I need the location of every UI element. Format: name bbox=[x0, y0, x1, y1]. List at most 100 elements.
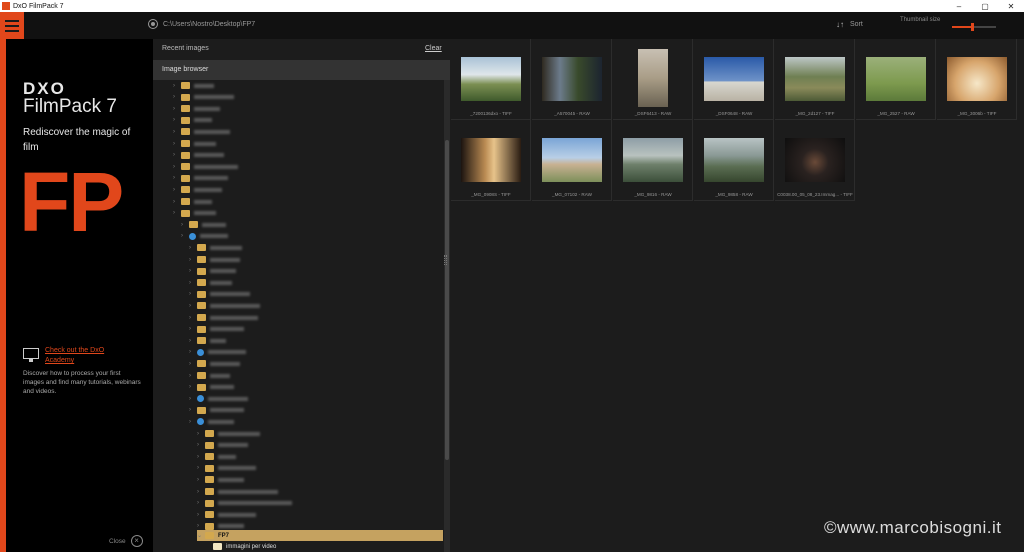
tree-folder-item[interactable]: › bbox=[197, 440, 248, 451]
thumbnail-item[interactable]: _DSF0648 - RAW bbox=[694, 39, 774, 120]
expand-arrow-icon[interactable]: › bbox=[189, 396, 197, 402]
clear-recent-button[interactable]: Clear bbox=[425, 45, 442, 52]
thumbnail-image[interactable] bbox=[461, 57, 521, 101]
minimize-button[interactable]: – bbox=[946, 2, 972, 11]
expand-arrow-icon[interactable]: › bbox=[189, 407, 197, 413]
tree-folder-item[interactable]: › bbox=[189, 335, 226, 346]
expand-arrow-icon[interactable]: › bbox=[189, 419, 197, 425]
expand-arrow-icon[interactable]: › bbox=[197, 465, 205, 471]
expand-arrow-icon[interactable]: › bbox=[173, 106, 181, 112]
tree-folder-item[interactable]: › bbox=[189, 289, 250, 300]
tree-folder-selected[interactable]: ⌄ FP7 bbox=[197, 530, 443, 541]
expand-arrow-icon[interactable]: › bbox=[173, 129, 181, 135]
close-window-button[interactable]: ✕ bbox=[998, 2, 1024, 11]
tree-folder-item[interactable]: › bbox=[173, 184, 222, 195]
expand-arrow-icon[interactable]: › bbox=[189, 245, 197, 251]
panel-splitter[interactable] bbox=[444, 255, 447, 265]
thumbnail-image[interactable] bbox=[542, 138, 602, 182]
image-browser-header[interactable]: Image browser bbox=[153, 60, 450, 80]
expand-arrow-icon[interactable]: › bbox=[173, 117, 181, 123]
thumbnail-item[interactable]: _7200136dxo - TIFF bbox=[451, 39, 531, 120]
expand-arrow-icon[interactable]: › bbox=[173, 164, 181, 170]
tree-folder-item[interactable]: › bbox=[181, 219, 226, 230]
thumbnail-image[interactable] bbox=[785, 138, 845, 182]
expand-arrow-icon[interactable]: › bbox=[189, 303, 197, 309]
thumbnail-item[interactable]: _MG_9816 - RAW bbox=[613, 120, 693, 201]
scrollbar-thumb[interactable] bbox=[445, 140, 449, 460]
expand-arrow-icon[interactable]: › bbox=[189, 268, 197, 274]
expand-arrow-icon[interactable]: › bbox=[189, 326, 197, 332]
tree-folder-item[interactable]: › bbox=[181, 231, 228, 242]
tree-folder-item[interactable]: › bbox=[189, 393, 248, 404]
tree-folder-item[interactable]: › bbox=[197, 474, 244, 485]
tree-folder-item[interactable]: › bbox=[189, 266, 236, 277]
tree-subfolder-item[interactable]: immagini per video bbox=[213, 541, 276, 552]
thumbnail-image[interactable] bbox=[785, 57, 845, 101]
expand-arrow-icon[interactable]: › bbox=[173, 210, 181, 216]
expand-arrow-icon[interactable]: › bbox=[173, 175, 181, 181]
tree-folder-item[interactable]: › bbox=[189, 277, 232, 288]
path-history-icon[interactable] bbox=[148, 19, 158, 29]
thumbnail-image[interactable] bbox=[542, 57, 602, 101]
academy-link-row[interactable]: Check out the DxO Academy bbox=[23, 346, 125, 366]
tree-folder-item[interactable]: › bbox=[197, 463, 256, 474]
thumbnail-image[interactable] bbox=[947, 57, 1007, 101]
tree-folder-item[interactable]: › bbox=[189, 358, 240, 369]
tree-folder-item[interactable]: › bbox=[189, 405, 244, 416]
tree-folder-item[interactable]: › bbox=[173, 196, 212, 207]
tree-folder-item[interactable]: › bbox=[197, 451, 236, 462]
tree-folder-item[interactable]: › bbox=[189, 254, 240, 265]
tree-scrollbar[interactable] bbox=[444, 80, 450, 552]
expand-arrow-icon[interactable]: › bbox=[197, 523, 205, 529]
expand-arrow-icon[interactable]: › bbox=[189, 338, 197, 344]
tree-folder-item[interactable]: › bbox=[173, 115, 212, 126]
tree-folder-item[interactable]: › bbox=[197, 509, 256, 520]
thumbnail-item[interactable]: _MG_0908S - TIFF bbox=[451, 120, 531, 201]
thumbnail-grid[interactable]: _7200136dxo - TIFF _A570045 - RAW _DSF6413… bbox=[451, 39, 1024, 552]
thumbnail-size-slider[interactable] bbox=[952, 23, 996, 31]
expand-arrow-icon[interactable]: › bbox=[173, 83, 181, 89]
recent-images-label[interactable]: Recent images bbox=[162, 45, 209, 52]
collapse-arrow-icon[interactable]: ⌄ bbox=[197, 532, 205, 539]
thumbnail-item[interactable]: _A570045 - RAW bbox=[532, 39, 612, 120]
expand-arrow-icon[interactable]: › bbox=[197, 477, 205, 483]
close-icon[interactable]: × bbox=[130, 535, 143, 547]
tree-folder-item[interactable]: › bbox=[189, 324, 244, 335]
expand-arrow-icon[interactable]: › bbox=[189, 257, 197, 263]
thumbnail-image[interactable] bbox=[704, 138, 764, 182]
expand-arrow-icon[interactable]: › bbox=[173, 187, 181, 193]
folder-tree[interactable]: › › › › › › › › › › › › › › › › › › › › › › › › › › › › › › › › › › › › › › › ⌄… bbox=[153, 80, 443, 552]
tree-folder-item[interactable]: › bbox=[173, 126, 230, 137]
thumbnail-item[interactable]: _MG_2527 - RAW bbox=[856, 39, 936, 120]
expand-arrow-icon[interactable]: › bbox=[173, 152, 181, 158]
expand-arrow-icon[interactable]: › bbox=[181, 233, 189, 239]
thumbnail-item[interactable]: C0038.00_05_08_23.Immag... - TIFF bbox=[775, 120, 855, 201]
maximize-button[interactable]: ▢ bbox=[972, 2, 998, 11]
recent-images-row[interactable]: Recent images Clear bbox=[153, 39, 450, 59]
tree-folder-item[interactable]: › bbox=[173, 150, 224, 161]
expand-arrow-icon[interactable]: › bbox=[189, 384, 197, 390]
hamburger-menu-button[interactable] bbox=[0, 12, 24, 39]
expand-arrow-icon[interactable]: › bbox=[197, 512, 205, 518]
tree-folder-item[interactable]: › bbox=[189, 416, 234, 427]
expand-arrow-icon[interactable]: › bbox=[189, 361, 197, 367]
path-bar[interactable]: C:\Users\Nostro\Desktop\FP7 bbox=[148, 19, 255, 29]
thumbnail-image[interactable] bbox=[623, 138, 683, 182]
expand-arrow-icon[interactable]: › bbox=[197, 500, 205, 506]
tree-folder-item[interactable]: › bbox=[197, 428, 260, 439]
thumbnail-image[interactable] bbox=[638, 49, 668, 107]
tree-folder-item[interactable]: › bbox=[189, 347, 246, 358]
tree-folder-item[interactable]: › bbox=[189, 312, 258, 323]
expand-arrow-icon[interactable]: › bbox=[189, 349, 197, 355]
thumbnail-image[interactable] bbox=[866, 57, 926, 101]
tree-folder-item[interactable]: › bbox=[173, 103, 220, 114]
expand-arrow-icon[interactable]: › bbox=[189, 373, 197, 379]
expand-arrow-icon[interactable]: › bbox=[173, 94, 181, 100]
thumbnail-item[interactable]: _DSF6413 - RAW bbox=[613, 39, 693, 120]
tree-folder-item[interactable]: › bbox=[173, 173, 228, 184]
tree-folder-item[interactable]: › bbox=[197, 486, 278, 497]
expand-arrow-icon[interactable]: › bbox=[173, 141, 181, 147]
expand-arrow-icon[interactable]: › bbox=[181, 222, 189, 228]
academy-link[interactable]: Check out the DxO Academy bbox=[45, 346, 125, 366]
thumbnail-image[interactable] bbox=[704, 57, 764, 101]
